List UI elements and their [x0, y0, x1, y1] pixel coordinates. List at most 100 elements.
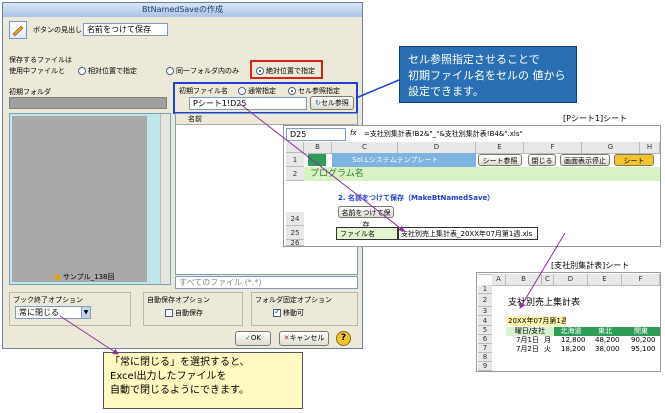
s2-r1-day: 月 [544, 336, 551, 344]
file-label-cell: ファイル名 [336, 227, 398, 240]
section-title: 2. 名前をつけて保存（MakeBtNamedSave） [338, 194, 495, 202]
folder-fixed-checkbox[interactable]: 移動可 [273, 307, 304, 318]
file-mode-cell[interactable]: セル参照指定 [288, 86, 340, 96]
row-header-1: 1 [286, 153, 304, 167]
s2-r2-day: 火 [544, 345, 551, 353]
s2-period: 20XX年07月第1週 [506, 316, 566, 326]
banner-title: Sol.Lシステムテンプレート [332, 153, 476, 167]
radio-icon [78, 67, 86, 75]
option-relative[interactable]: 相対位置で指定 [78, 66, 137, 76]
app-icon [9, 21, 27, 39]
s2-row-2: 2 [478, 294, 492, 307]
col-header-corner [286, 142, 304, 153]
program-name: プログラム名 [304, 167, 660, 181]
name-save-button[interactable]: 名前をつけて保存 [338, 206, 394, 229]
sheet-button[interactable]: シート [614, 154, 654, 166]
callout-cell-line3: 設定できます。 [408, 85, 484, 98]
s2-row-8: 8 [478, 353, 492, 362]
sheet1-window: D25 fx =支社別集計表!B2&"_"&支社別集計表!B4&".xls" B… [283, 125, 661, 247]
col-header-e: E [476, 142, 524, 154]
row-header-2: 2 [286, 167, 304, 181]
fx-icon: fx [350, 129, 357, 137]
sheet2-caption: [支社別集計表]シート [551, 261, 630, 270]
col-header-h: H [640, 142, 660, 154]
initial-folder-field[interactable] [9, 97, 167, 109]
initial-file-label: 初期ファイル名 [179, 87, 228, 95]
s2-col-e: E [588, 274, 622, 286]
button-label-caption: ボタンの見出し [33, 26, 82, 34]
s2-row-9: 9 [478, 362, 492, 371]
autosave-group-label: 自動保存オプション [147, 296, 210, 304]
row-header-25: 25 [286, 226, 304, 240]
sheet1-logo-icon [308, 154, 326, 166]
close-button[interactable]: 閉じる [528, 154, 556, 166]
option-in-use-file[interactable]: 使用中ファイルと [9, 66, 65, 76]
s2-col-corner [478, 274, 492, 275]
initial-folder-label: 初期フォルダ [9, 88, 51, 96]
folder-tree-scrollbar[interactable] [160, 114, 170, 284]
screen-stop-button[interactable]: 画面表示停止 [560, 154, 610, 166]
close-option-select[interactable]: 常に閉じる [15, 306, 83, 319]
s2-col-c: C [542, 274, 554, 286]
chevron-down-icon[interactable]: ▼ [81, 306, 91, 319]
button-label-input[interactable]: 名前をつけて保存 [83, 23, 168, 36]
s2-header-kanto: 関東 [622, 327, 660, 336]
folder-item[interactable]: ■ サンプル_138回 [54, 272, 115, 282]
save-target-group-label: 保存するファイルは [9, 56, 72, 64]
radio-icon [256, 67, 264, 75]
s2-r2-date: 7月2日 [516, 345, 539, 353]
radio-icon [288, 87, 296, 95]
s2-r2-v1: 18,200 [561, 345, 586, 353]
s2-r2-v2: 38,000 [595, 345, 620, 353]
col-header-f: F [524, 142, 582, 154]
autosave-checkbox[interactable]: 自動保存 [165, 308, 203, 318]
folder-tree-inner [12, 116, 147, 282]
s2-row-4: 4 [478, 316, 492, 326]
callout-close-line3: 自動で閉じるようにできます。 [110, 385, 249, 396]
s2-r1-v3: 90,200 [631, 336, 656, 344]
help-button[interactable]: ? [336, 331, 351, 346]
col-header-g: G [582, 142, 640, 154]
checkbox-icon [273, 307, 281, 317]
callout-cell-ref: セル参照指定させることで 初期ファイル名をセルの 値から 設定できます。 [399, 46, 577, 103]
row-header-26: 26 [286, 240, 304, 246]
file-type-filter[interactable]: すべてのファイル (*.*) [175, 276, 358, 289]
ok-button[interactable]: ✓OK [235, 331, 271, 346]
s2-col-f: F [622, 274, 660, 286]
radio-icon [238, 87, 246, 95]
folder-tree-pane[interactable]: ■ サンプル_138回 [9, 113, 171, 285]
s2-row-3: 3 [478, 307, 492, 316]
close-option-label: ブック終了オプション [13, 296, 83, 304]
cell-ref-input[interactable]: Pシート1!D25 [189, 97, 307, 110]
col-header-b: B [304, 142, 332, 154]
formula-bar[interactable]: =支社別集計表!B2&"_"&支社別集計表!B4&".xls" [364, 129, 523, 139]
callout-cell-line2: 初期ファイル名をセルの 値から [408, 69, 566, 82]
file-value-cell[interactable]: 支社別売上集計表_20XX年07月第1週.xls [398, 227, 538, 240]
s2-row-7: 7 [478, 344, 492, 353]
s2-r1-date: 7月1日 [516, 336, 539, 344]
radio-icon [166, 67, 174, 75]
cell-ref-button[interactable]: ↻セル参照 [310, 96, 354, 110]
s2-r2-v3: 95,100 [631, 345, 656, 353]
callout-close-option: 「常に閉じる」を選択すると、 Excel出力したファイルを 自動で閉じるようにで… [103, 352, 303, 409]
s2-header-hokkaido: 北海道 [554, 327, 588, 336]
callout-close-line1: 「常に閉じる」を選択すると、 [110, 357, 250, 368]
s2-col-d: D [554, 274, 588, 286]
sheet-ref-button[interactable]: シート参照 [478, 154, 522, 166]
folder-fixed-group-label: フォルダ固定オプション [255, 296, 332, 304]
sheet2-window: A B C D E F 1 2 3 4 5 6 7 8 9 支社別売上集計表 2… [476, 272, 661, 372]
name-box[interactable]: D25 [286, 128, 346, 141]
file-mode-normal[interactable]: 通常指定 [238, 86, 276, 96]
cancel-button[interactable]: ✕キャンセル [279, 331, 329, 346]
s2-col-b: B [506, 274, 542, 286]
sheet1-caption: [Pシート1]シート [563, 114, 628, 123]
row-header-24: 24 [286, 212, 304, 226]
s2-row-1: 1 [478, 285, 492, 294]
folder-icon: ■ [54, 273, 61, 281]
callout-cell-line1: セル参照指定させることで [408, 53, 540, 66]
s2-header-tohoku: 東北 [588, 327, 622, 336]
name-column-header[interactable]: 名前 [176, 114, 357, 125]
option-absolute[interactable]: 絶対位置で指定 [256, 66, 315, 76]
s2-title: 支社別売上集計表 [508, 298, 581, 308]
option-same-folder[interactable]: 同一フォルダ内のみ [166, 66, 239, 76]
